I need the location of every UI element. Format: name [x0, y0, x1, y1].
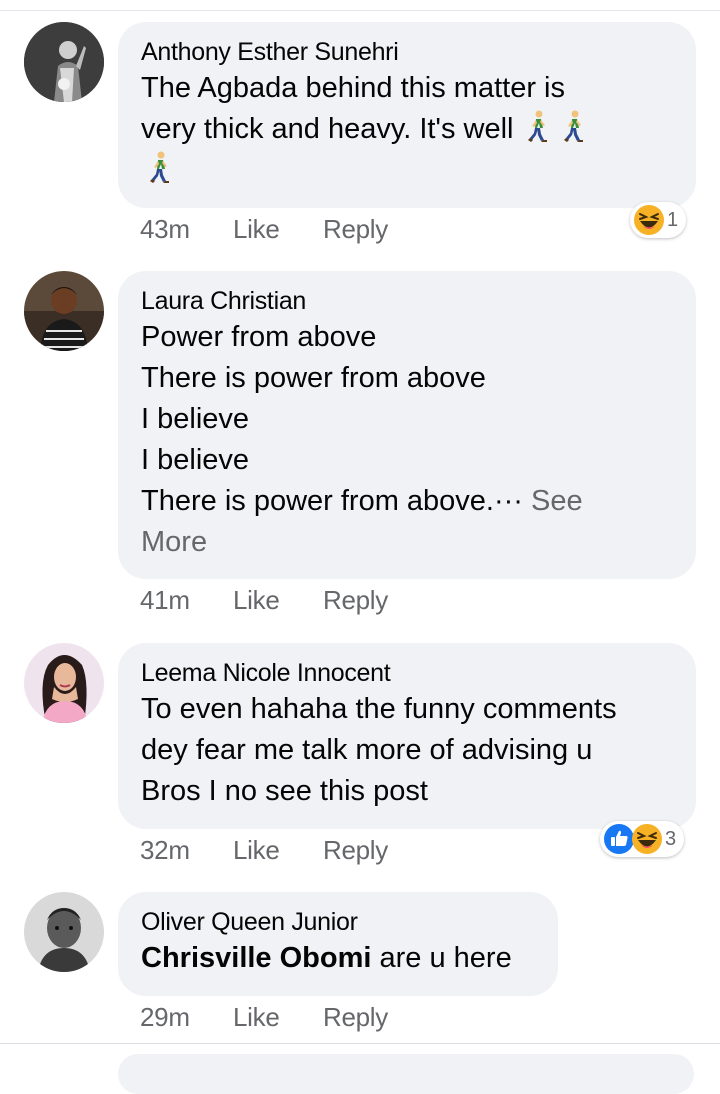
comment-line: There is power from above [141, 362, 486, 394]
bottom-divider [0, 1043, 720, 1044]
reaction-summary[interactable]: 1 [630, 202, 687, 238]
reply-button[interactable]: Reply [323, 585, 388, 616]
comment-line: Power from above [141, 321, 377, 353]
comment-line: I believe [141, 403, 250, 435]
person-walking-emoji [525, 110, 549, 142]
haha-reaction-icon [631, 823, 663, 855]
comment-text: Chrisville Obomi are u here [141, 938, 534, 979]
like-button[interactable]: Like [233, 835, 280, 866]
person-walking-emoji [147, 151, 171, 183]
comment-bubble: Anthony Esther Sunehri The Agbada behind… [118, 22, 696, 208]
comment-text: The Agbada behind this matter is very th… [141, 68, 672, 191]
see-more-link[interactable]: See [523, 485, 583, 517]
comment-line: The Agbada behind this matter is [141, 72, 565, 104]
comment-line: There is power from above.··· See [141, 481, 672, 522]
comment-line-text: There is power from above.··· [141, 485, 523, 517]
comment-author[interactable]: Anthony Esther Sunehri [141, 36, 672, 68]
comment-line: Bros I no see this post [141, 775, 428, 807]
reaction-summary[interactable]: 3 [600, 821, 685, 857]
avatar[interactable] [24, 643, 104, 723]
reaction-count: 3 [665, 827, 677, 850]
comment-line: To even hahaha the funny comments [141, 693, 617, 725]
reply-button[interactable]: Reply [323, 214, 388, 245]
like-button[interactable]: Like [233, 585, 280, 616]
haha-reaction-icon [633, 204, 665, 236]
avatar[interactable] [24, 22, 104, 102]
reaction-count: 1 [667, 208, 679, 231]
like-button[interactable]: Like [233, 1002, 280, 1033]
top-divider [0, 10, 720, 11]
comment-line: Chrisville Obomi are u here [141, 938, 534, 979]
comment-bubble: Leema Nicole Innocent To even hahaha the… [118, 643, 696, 829]
comment-text: Power from above There is power from abo… [141, 317, 672, 563]
like-button[interactable]: Like [233, 214, 280, 245]
mention-link[interactable]: Chrisville Obomi [141, 942, 371, 974]
see-more-link[interactable]: More [141, 522, 672, 563]
comment-line: dey fear me talk more of advising u [141, 734, 593, 766]
comment-author[interactable]: Laura Christian [141, 285, 672, 317]
comment-line [141, 150, 672, 191]
comment-bubble [118, 1054, 694, 1094]
comment-timestamp[interactable]: 29m [140, 1002, 190, 1033]
comment-author[interactable]: Oliver Queen Junior [141, 906, 534, 938]
comment-bubble: Oliver Queen Junior Chrisville Obomi are… [118, 892, 558, 996]
comment-timestamp[interactable]: 43m [140, 214, 190, 245]
comment-timestamp[interactable]: 41m [140, 585, 190, 616]
avatar[interactable] [24, 892, 104, 972]
avatar[interactable] [24, 271, 104, 351]
person-walking-emoji [561, 110, 585, 142]
comment-line: very thick and heavy. It's well [141, 109, 672, 150]
comment-text: To even hahaha the funny comments dey fe… [141, 689, 672, 812]
comment-timestamp[interactable]: 32m [140, 835, 190, 866]
reply-button[interactable]: Reply [323, 835, 388, 866]
comment-line-text: are u here [371, 942, 512, 974]
comment-line: I believe [141, 444, 250, 476]
comment-line-text: very thick and heavy. It's well [141, 113, 514, 145]
comment-bubble: Laura Christian Power from above There i… [118, 271, 696, 579]
comment-author[interactable]: Leema Nicole Innocent [141, 657, 672, 689]
reply-button[interactable]: Reply [323, 1002, 388, 1033]
